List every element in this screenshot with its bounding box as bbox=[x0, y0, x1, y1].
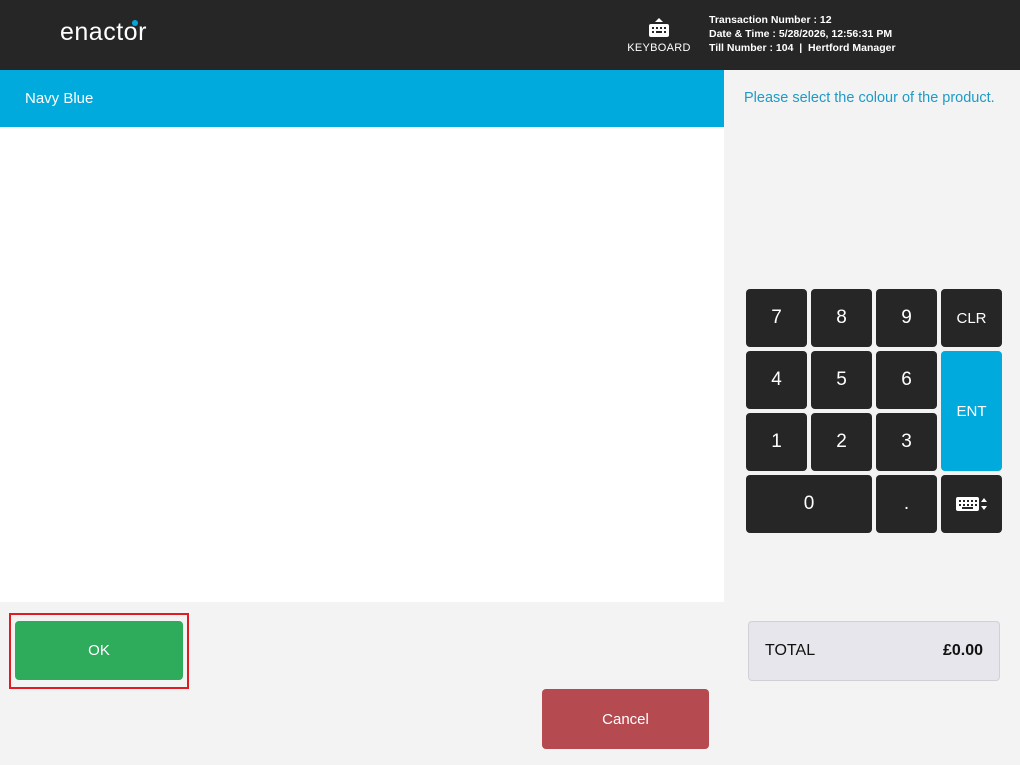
key-7[interactable]: 7 bbox=[746, 289, 807, 347]
key-5[interactable]: 5 bbox=[811, 351, 872, 409]
key-1[interactable]: 1 bbox=[746, 413, 807, 471]
keyboard-icon bbox=[649, 18, 669, 37]
transaction-number: Transaction Number : 12 bbox=[709, 14, 832, 26]
total-label: TOTAL bbox=[765, 642, 816, 659]
selected-colour-item[interactable]: Navy Blue bbox=[0, 70, 724, 127]
till-info: Till Number : 104 | Hertford Manager bbox=[709, 42, 896, 54]
enactor-logo: enactor bbox=[60, 18, 147, 46]
key-9[interactable]: 9 bbox=[876, 289, 937, 347]
key-dot[interactable]: . bbox=[876, 475, 937, 533]
key-ent[interactable]: ENT bbox=[941, 351, 1002, 471]
total-panel: TOTAL £0.00 bbox=[748, 621, 1000, 681]
key-2[interactable]: 2 bbox=[811, 413, 872, 471]
keyboard-button[interactable]: KEYBOARD bbox=[624, 14, 694, 62]
ok-button[interactable]: OK bbox=[15, 621, 183, 680]
key-0[interactable]: 0 bbox=[746, 475, 872, 533]
key-6[interactable]: 6 bbox=[876, 351, 937, 409]
numeric-keypad: 7 8 9 CLR 4 5 6 ENT 1 2 3 0 . bbox=[746, 289, 1002, 533]
app-header: enactor KEYBOARD Transaction Number : 12… bbox=[0, 0, 1020, 70]
keyboard-toggle-button[interactable] bbox=[941, 475, 1002, 533]
colour-list bbox=[0, 127, 724, 602]
key-8[interactable]: 8 bbox=[811, 289, 872, 347]
keyboard-toggle-icon bbox=[955, 497, 987, 511]
date-time: Date & Time : 5/28/2026, 12:56:31 PM bbox=[709, 28, 893, 40]
transaction-info: Transaction Number : 12 Date & Time : 5/… bbox=[709, 13, 896, 55]
prompt-text: Please select the colour of the product. bbox=[744, 90, 995, 106]
key-clr[interactable]: CLR bbox=[941, 289, 1002, 347]
key-3[interactable]: 3 bbox=[876, 413, 937, 471]
cancel-button[interactable]: Cancel bbox=[542, 689, 709, 749]
key-4[interactable]: 4 bbox=[746, 351, 807, 409]
total-amount: £0.00 bbox=[942, 642, 983, 659]
keyboard-label: KEYBOARD bbox=[627, 42, 691, 54]
